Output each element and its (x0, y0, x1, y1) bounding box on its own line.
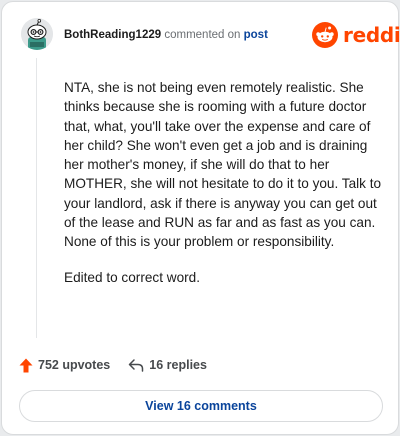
thread-line (36, 58, 37, 338)
snoo-avatar-icon (21, 18, 53, 50)
view-comments-button[interactable]: View 16 comments (19, 390, 383, 422)
comment-header: BothReading1229 commented on post (64, 27, 268, 43)
action-text: commented on (164, 29, 241, 41)
reply-arrow-icon (129, 359, 144, 372)
comment-actions: 752 upvotes 16 replies (19, 355, 207, 375)
reddit-logo[interactable]: reddit (312, 21, 400, 49)
username-link[interactable]: BothReading1229 (64, 29, 161, 41)
reddit-snoo-icon (312, 22, 338, 48)
reddit-wordmark: reddit (343, 23, 400, 47)
post-link[interactable]: post (244, 29, 268, 41)
replies-button[interactable]: 16 replies (128, 358, 207, 372)
comment-paragraph: Edited to correct word. (64, 269, 200, 285)
upvote-arrow-icon (19, 358, 33, 372)
upvote-count: 752 upvotes (38, 358, 111, 372)
reply-count: 16 replies (149, 358, 207, 372)
avatar[interactable] (21, 18, 53, 50)
upvote-button[interactable]: 752 upvotes (19, 358, 110, 373)
comment-paragraph: NTA, she is not being even remotely real… (64, 80, 382, 250)
comment-body: NTA, she is not being even remotely real… (64, 78, 382, 303)
comment-card: BothReading1229 commented on post reddit… (1, 1, 400, 435)
